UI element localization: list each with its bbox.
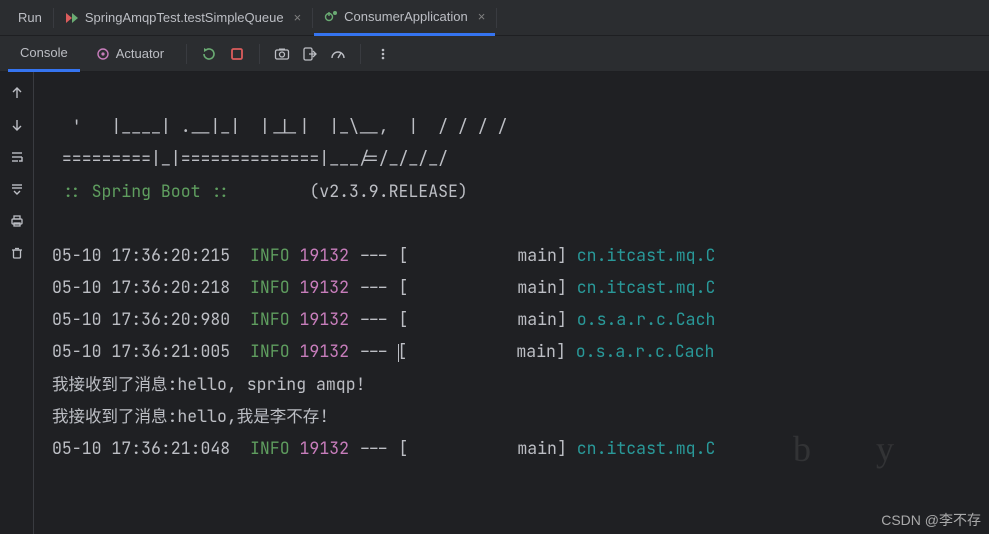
- log-level: INFO: [250, 437, 290, 459]
- test-run-icon: [65, 11, 79, 25]
- log-pid: 19132: [300, 437, 350, 459]
- console-tab[interactable]: Console: [8, 36, 80, 72]
- divider: [53, 8, 54, 28]
- more-button[interactable]: [371, 42, 395, 66]
- console-main: ' |____| .__|_| |_|_| |_\__, | / / / / =…: [0, 72, 989, 534]
- run-tool-label: Run: [8, 10, 52, 25]
- log-ts: 05-10 17:36:20:215: [52, 244, 230, 266]
- tab-label: ConsumerApplication: [344, 9, 468, 24]
- log-logger: o.s.a.r.c.Cach: [577, 308, 716, 330]
- rerun-button[interactable]: [197, 42, 221, 66]
- log-level: INFO: [250, 340, 290, 362]
- stop-button[interactable]: [225, 42, 249, 66]
- run-tabs-bar: Run SpringAmqpTest.testSimpleQueue × Con…: [0, 0, 989, 36]
- divider: [496, 8, 497, 28]
- run-tab-springamqptest[interactable]: SpringAmqpTest.testSimpleQueue ×: [55, 0, 311, 36]
- log-logger: cn.itcast.mq.C: [577, 244, 716, 266]
- log-sep: --- [: [359, 276, 517, 298]
- soft-wrap-button[interactable]: [6, 146, 28, 168]
- scroll-down-button[interactable]: [6, 114, 28, 136]
- log-level: INFO: [250, 244, 290, 266]
- close-icon[interactable]: ×: [294, 10, 302, 25]
- log-thread: main: [517, 276, 557, 298]
- clear-button[interactable]: [6, 242, 28, 264]
- console-message: 我接收到了消息:hello, spring amqp!: [52, 373, 366, 395]
- log-pid: 19132: [300, 276, 350, 298]
- log-thread: main: [517, 244, 557, 266]
- tab-label: SpringAmqpTest.testSimpleQueue: [85, 10, 284, 25]
- log-ts: 05-10 17:36:20:218: [52, 276, 230, 298]
- log-thread: main: [517, 308, 557, 330]
- log-logger: o.s.a.r.c.Cach: [576, 340, 715, 362]
- tab-label: Console: [20, 45, 68, 60]
- scroll-up-button[interactable]: [6, 82, 28, 104]
- log-sep: --- [: [359, 244, 517, 266]
- log-ts: 05-10 17:36:21:005: [52, 340, 230, 362]
- log-pid: 19132: [300, 244, 350, 266]
- log-ts: 05-10 17:36:20:980: [52, 308, 230, 330]
- close-icon[interactable]: ×: [478, 9, 486, 24]
- print-button[interactable]: [6, 210, 28, 232]
- console-output[interactable]: ' |____| .__|_| |_|_| |_\__, | / / / / =…: [34, 72, 989, 534]
- dashboard-button[interactable]: [326, 42, 350, 66]
- spring-boot-run-icon: [324, 9, 338, 23]
- divider: [312, 8, 313, 28]
- scroll-to-end-button[interactable]: [6, 178, 28, 200]
- console-toolbar: Console Actuator: [0, 36, 989, 72]
- actuator-tab[interactable]: Actuator: [84, 36, 176, 72]
- csdn-watermark: CSDN @李不存: [881, 510, 981, 530]
- divider: [360, 44, 361, 64]
- exit-button[interactable]: [298, 42, 322, 66]
- divider: [259, 44, 260, 64]
- console-message: 我接收到了消息:hello,我是李不存!: [52, 405, 329, 427]
- log-sep: --- [: [359, 437, 517, 459]
- log-level: INFO: [250, 276, 290, 298]
- log-logger: cn.itcast.mq.C: [577, 276, 716, 298]
- log-level: INFO: [250, 308, 290, 330]
- log-thread: main: [517, 437, 557, 459]
- screenshot-button[interactable]: [270, 42, 294, 66]
- log-logger: cn.itcast.mq.C: [577, 437, 716, 459]
- banner-spaces: [230, 180, 309, 202]
- log-thread: main: [516, 340, 556, 362]
- log-pid: 19132: [300, 340, 350, 362]
- banner-line: ' |____| .__|_| |_|_| |_\__, | / / / /: [52, 115, 507, 137]
- tab-label: Actuator: [116, 46, 164, 61]
- divider: [186, 44, 187, 64]
- log-pid: 19132: [300, 308, 350, 330]
- log-sep: --- [: [359, 308, 517, 330]
- log-ts: 05-10 17:36:21:048: [52, 437, 230, 459]
- console-gutter: [0, 72, 34, 534]
- banner-springboot: :: Spring Boot ::: [52, 180, 230, 202]
- background-watermark: b y: [793, 414, 959, 484]
- banner-line: =========|_|==============|___/=/_/_/_/: [52, 147, 448, 169]
- run-tab-consumerapplication[interactable]: ConsumerApplication ×: [314, 0, 495, 36]
- actuator-icon: [96, 47, 110, 61]
- banner-version: (v2.3.9.RELEASE): [309, 180, 467, 202]
- log-sep: ---: [359, 340, 399, 362]
